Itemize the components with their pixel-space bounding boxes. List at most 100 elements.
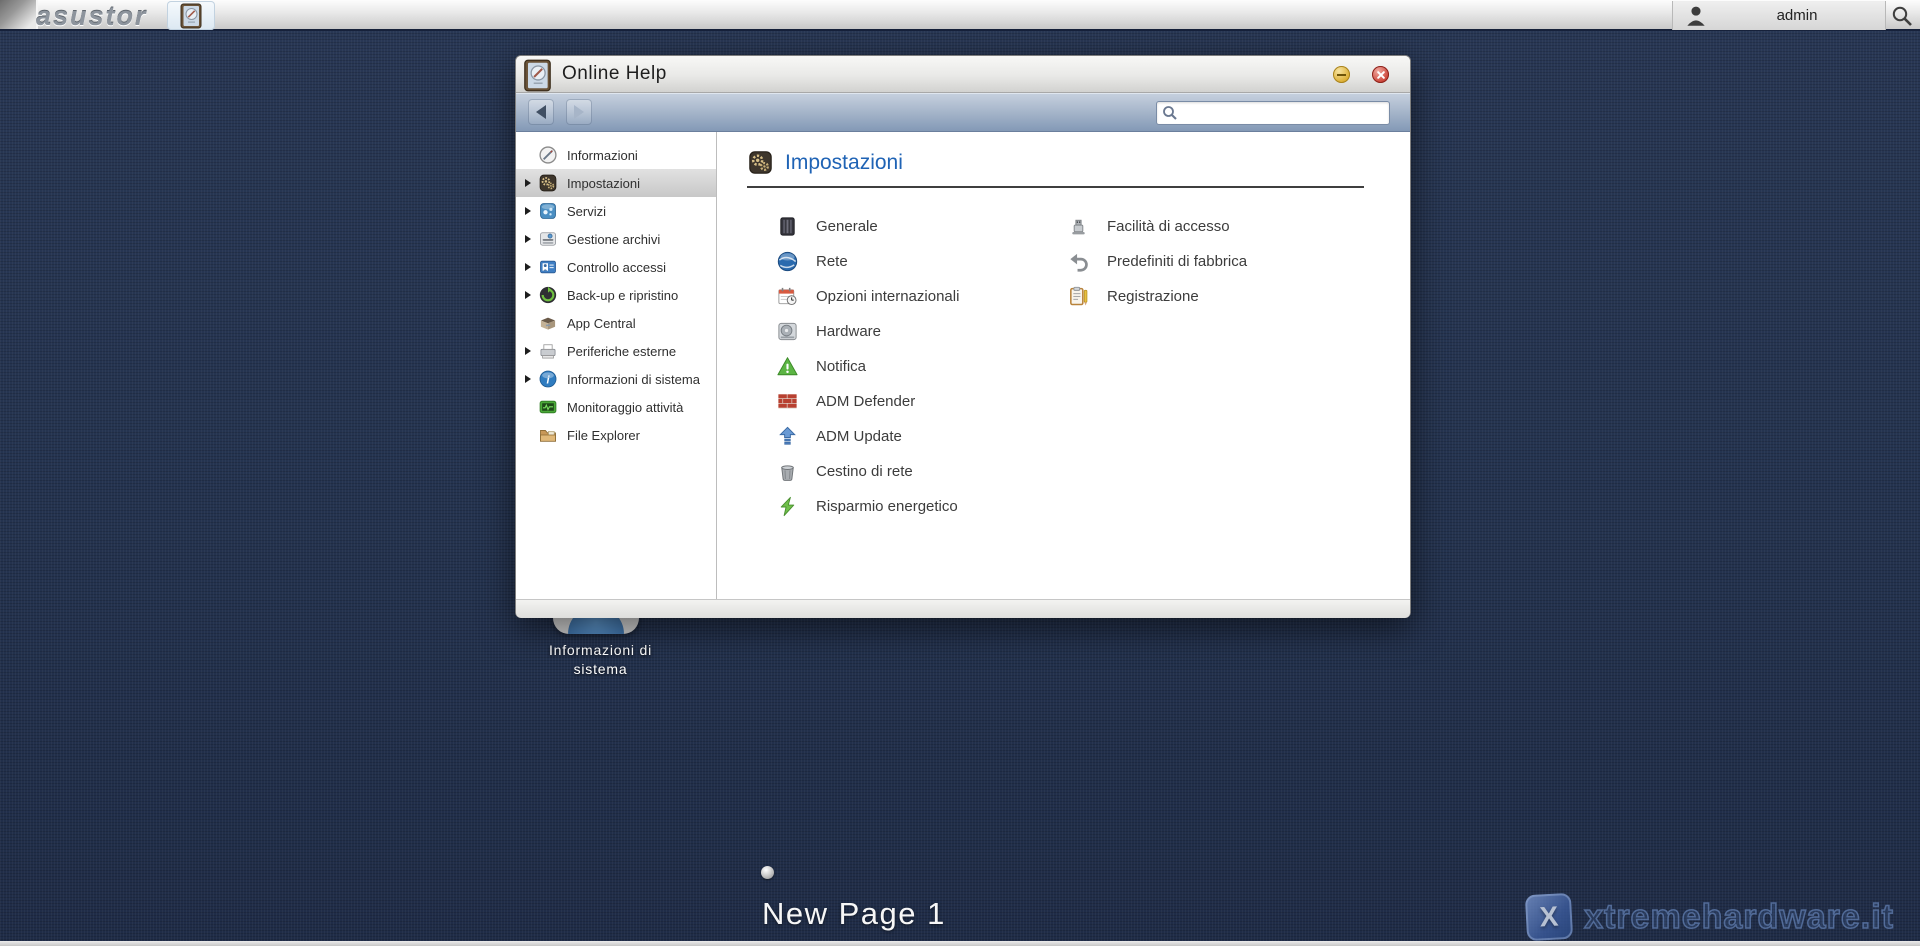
sidebar-item-gestione-archivi[interactable]: Gestione archivi xyxy=(516,225,716,253)
storage-icon xyxy=(538,229,558,249)
back-button[interactable] xyxy=(528,99,554,125)
expand-triangle-icon[interactable] xyxy=(525,291,531,299)
window-titlebar[interactable]: Online Help xyxy=(516,56,1410,93)
file-explorer-icon xyxy=(538,425,558,445)
backup-icon xyxy=(538,285,558,305)
window-title: Online Help xyxy=(562,63,667,85)
sidebar-item-label: Impostazioni xyxy=(567,176,640,191)
system-info-icon: i xyxy=(538,369,558,389)
link-label: Registrazione xyxy=(1107,288,1199,305)
link-label: Opzioni internazionali xyxy=(816,288,959,305)
sidebar-item-label: App Central xyxy=(567,316,636,331)
link-notifica[interactable]: Notifica xyxy=(776,349,959,384)
back-arrow-icon xyxy=(536,105,546,119)
settings-left-column: Generale Rete xyxy=(776,209,959,524)
help-search-input[interactable] xyxy=(1179,103,1389,123)
notification-icon xyxy=(776,355,799,378)
window-body: Informazioni Impostazioni xyxy=(516,132,1410,599)
asustor-logo: asustor xyxy=(36,1,148,32)
calendar-clock-icon xyxy=(776,285,799,308)
sidebar-item-label: Servizi xyxy=(567,204,606,219)
search-icon xyxy=(1161,104,1179,122)
settings-right-column: Facilità di accesso Predefiniti di fabbr… xyxy=(1067,209,1247,314)
expand-triangle-icon[interactable] xyxy=(525,375,531,383)
sidebar-item-label: Periferiche esterne xyxy=(567,344,676,359)
link-label: Notifica xyxy=(816,358,866,375)
watermark: X xtremehardware.it xyxy=(1526,894,1894,940)
forward-button-disabled[interactable] xyxy=(566,99,592,125)
link-adm-defender[interactable]: ADM Defender xyxy=(776,384,959,419)
link-facilita-di-accesso[interactable]: Facilità di accesso xyxy=(1067,209,1247,244)
network-globe-icon xyxy=(776,250,799,273)
sidebar-item-controllo-accessi[interactable]: Controllo accessi xyxy=(516,253,716,281)
desktop-shortcut-label[interactable]: Informazioni di sistema xyxy=(528,641,673,679)
sidebar-item-app-central[interactable]: App Central xyxy=(516,309,716,337)
show-desktop-corner-button[interactable] xyxy=(0,0,38,29)
sidebar-item-periferiche-esterne[interactable]: Periferiche esterne xyxy=(516,337,716,365)
xtremehardware-logo-icon: X xyxy=(1525,893,1573,941)
access-control-icon xyxy=(538,257,558,277)
gears-icon xyxy=(538,173,558,193)
user-icon xyxy=(1683,3,1709,29)
watermark-text: xtremehardware.it xyxy=(1584,898,1894,937)
expand-triangle-icon[interactable] xyxy=(525,235,531,243)
link-adm-update[interactable]: ADM Update xyxy=(776,419,959,454)
desktop: asustor admin xyxy=(0,0,1920,946)
help-book-icon xyxy=(179,3,203,29)
link-label: Facilità di accesso xyxy=(1107,218,1230,235)
link-cestino-di-rete[interactable]: Cestino di rete xyxy=(776,454,959,489)
window-footer xyxy=(516,599,1410,618)
logged-in-user[interactable]: admin xyxy=(1672,1,1886,30)
forward-arrow-icon xyxy=(574,105,584,119)
help-search-box xyxy=(1156,101,1390,125)
sidebar-item-informazioni[interactable]: Informazioni xyxy=(516,141,716,169)
heading-divider xyxy=(747,186,1364,188)
gears-icon xyxy=(747,149,774,176)
sidebar-item-backup-ripristino[interactable]: Back-up e ripristino xyxy=(516,281,716,309)
link-registrazione[interactable]: Registrazione xyxy=(1067,279,1247,314)
registration-icon xyxy=(1067,285,1090,308)
expand-triangle-icon[interactable] xyxy=(525,263,531,271)
help-content-pane: Impostazioni Generale xyxy=(717,132,1410,599)
link-generale[interactable]: Generale xyxy=(776,209,959,244)
sidebar-item-file-explorer[interactable]: File Explorer xyxy=(516,421,716,449)
sidebar-item-monitoraggio-attivita[interactable]: Monitoraggio attività xyxy=(516,393,716,421)
link-label: Hardware xyxy=(816,323,881,340)
sidebar-item-impostazioni[interactable]: Impostazioni xyxy=(516,169,716,197)
expand-triangle-icon[interactable] xyxy=(525,179,531,187)
link-label: Cestino di rete xyxy=(816,463,913,480)
link-opzioni-internazionali[interactable]: Opzioni internazionali xyxy=(776,279,959,314)
sidebar-item-label: Informazioni di sistema xyxy=(567,372,700,387)
link-label: ADM Update xyxy=(816,428,902,445)
server-icon xyxy=(776,215,799,238)
sidebar-item-label: Monitoraggio attività xyxy=(567,400,683,415)
expand-triangle-icon[interactable] xyxy=(525,207,531,215)
expand-triangle-icon[interactable] xyxy=(525,347,531,355)
sidebar-item-label: Informazioni xyxy=(567,148,638,163)
link-label: Rete xyxy=(816,253,848,270)
sidebar-item-servizi[interactable]: Servizi xyxy=(516,197,716,225)
sidebar-item-label: File Explorer xyxy=(567,428,640,443)
link-rete[interactable]: Rete xyxy=(776,244,959,279)
taskbar-online-help-app[interactable] xyxy=(167,1,215,30)
link-predefiniti-di-fabbrica[interactable]: Predefiniti di fabbrica xyxy=(1067,244,1247,279)
link-label: Generale xyxy=(816,218,878,235)
close-button[interactable] xyxy=(1372,66,1389,83)
link-risparmio-energetico[interactable]: Risparmio energetico xyxy=(776,489,959,524)
link-hardware[interactable]: Hardware xyxy=(776,314,959,349)
services-icon xyxy=(538,201,558,221)
update-arrow-icon xyxy=(776,425,799,448)
bullet-sphere-icon xyxy=(761,866,774,879)
sidebar-item-informazioni-di-sistema[interactable]: i Informazioni di sistema xyxy=(516,365,716,393)
global-search-icon[interactable] xyxy=(1890,4,1914,28)
minimize-button[interactable] xyxy=(1333,66,1350,83)
link-label: ADM Defender xyxy=(816,393,915,410)
hard-disk-icon xyxy=(776,320,799,343)
compass-icon xyxy=(538,145,558,165)
desktop-page-title: New Page 1 xyxy=(762,896,946,932)
sidebar-item-label: Gestione archivi xyxy=(567,232,660,247)
link-label: Predefiniti di fabbrica xyxy=(1107,253,1247,270)
recycle-bin-icon xyxy=(776,460,799,483)
sidebar-item-label: Controllo accessi xyxy=(567,260,666,275)
bottom-edge-strip xyxy=(0,941,1920,946)
